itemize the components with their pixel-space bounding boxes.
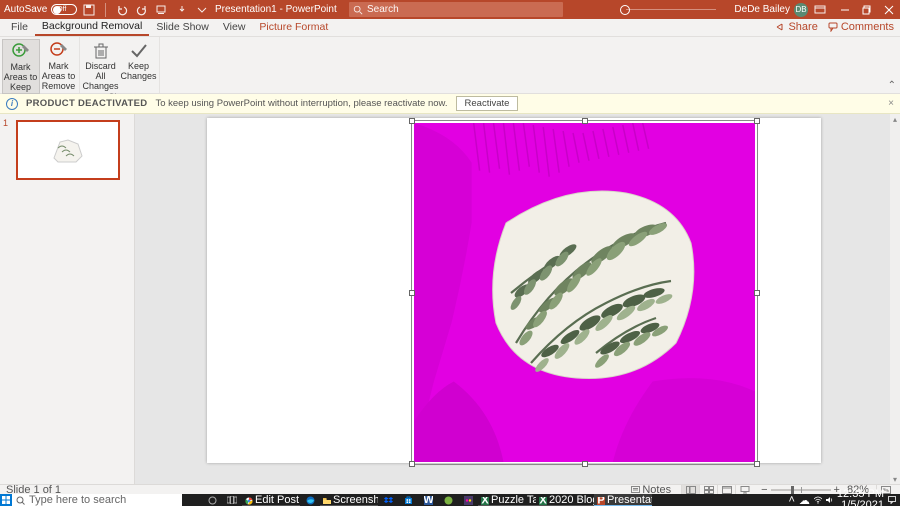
- close-icon[interactable]: ×: [888, 98, 894, 109]
- resize-handle[interactable]: [582, 461, 588, 467]
- trash-icon: [91, 41, 111, 61]
- svg-text:W: W: [424, 496, 433, 505]
- thumbnail-number: 1: [3, 118, 8, 128]
- task-view-icon[interactable]: [222, 494, 242, 506]
- background-removal-overlay: [414, 123, 755, 462]
- checkmark-icon: [129, 41, 149, 61]
- taskbar-app-store[interactable]: [398, 494, 418, 506]
- simplified-ribbon-slider[interactable]: [610, 6, 730, 14]
- tray-clock[interactable]: 12:35 PM 1/5/2021: [837, 489, 884, 511]
- taskbar-app-chrome[interactable]: Edit Post ‹…: [242, 494, 300, 506]
- qat-customize-icon[interactable]: [194, 2, 210, 18]
- slide-sorter-view-button[interactable]: [699, 485, 717, 495]
- scroll-down-icon[interactable]: ▾: [890, 474, 900, 484]
- undo-icon[interactable]: [114, 2, 130, 18]
- resize-handle[interactable]: [754, 461, 760, 467]
- comments-button[interactable]: Comments: [828, 21, 894, 33]
- document-title: Presentation1 - PowerPoint: [215, 4, 337, 15]
- normal-view-button[interactable]: [681, 485, 699, 495]
- search-icon: [353, 5, 363, 15]
- taskbar-app-edge[interactable]: [300, 494, 320, 506]
- tray-notifications-icon[interactable]: [888, 496, 896, 504]
- status-bar: Slide 1 of 1 Notes − + 82%: [0, 484, 900, 494]
- resize-handle[interactable]: [754, 290, 760, 296]
- search-placeholder: Search: [367, 4, 399, 15]
- ribbon-display-options-icon[interactable]: [812, 2, 828, 18]
- deactivated-title: PRODUCT DEACTIVATED: [26, 98, 147, 109]
- taskbar-app-powerpoint[interactable]: PPresentati…: [594, 494, 652, 506]
- pencil-minus-icon: [49, 41, 69, 61]
- mark-areas-to-keep-button[interactable]: Mark Areas to Keep: [2, 39, 40, 94]
- deactivated-message: To keep using PowerPoint without interru…: [155, 98, 447, 109]
- redo-icon[interactable]: [134, 2, 150, 18]
- tray-wifi-icon[interactable]: [814, 496, 822, 504]
- taskbar-app-dropbox[interactable]: [378, 494, 398, 506]
- slide-thumbnails-panel[interactable]: 1: [0, 114, 135, 484]
- collapse-ribbon-icon[interactable]: ⌃: [888, 80, 896, 91]
- touch-mouse-mode-icon[interactable]: [174, 2, 190, 18]
- pillow-foreground: [476, 173, 706, 393]
- resize-handle[interactable]: [409, 461, 415, 467]
- taskbar-app-word[interactable]: W: [418, 494, 438, 506]
- info-icon: i: [6, 98, 18, 110]
- tab-background-removal[interactable]: Background Removal: [35, 18, 149, 36]
- reading-view-button[interactable]: [717, 485, 735, 495]
- slide-1: [207, 118, 821, 463]
- ribbon-tabs: File Background Removal Slide Show View …: [0, 19, 900, 37]
- search-input[interactable]: Search: [349, 2, 563, 17]
- autosave-label: AutoSave: [4, 4, 47, 15]
- taskbar-search-input[interactable]: Type here to search: [12, 494, 182, 506]
- search-icon: [16, 496, 25, 505]
- svg-text:X: X: [539, 497, 547, 505]
- discard-all-changes-button[interactable]: Discard All Changes: [82, 39, 120, 92]
- close-button[interactable]: [878, 0, 900, 19]
- svg-text:P: P: [597, 497, 604, 505]
- work-area: 1: [0, 114, 900, 484]
- mark-areas-to-remove-button[interactable]: Mark Areas to Remove: [40, 39, 78, 94]
- share-button[interactable]: Share: [775, 21, 817, 33]
- scroll-up-icon[interactable]: ▴: [890, 114, 900, 124]
- taskbar-app-misc1[interactable]: [438, 494, 458, 506]
- svg-text:X: X: [481, 497, 489, 505]
- taskbar-app-misc2[interactable]: [458, 494, 478, 506]
- title-bar: AutoSave Off Presentation1 - PowerPoint …: [0, 0, 900, 19]
- minimize-button[interactable]: [834, 0, 856, 19]
- resize-handle[interactable]: [582, 118, 588, 124]
- restore-button[interactable]: [856, 0, 878, 19]
- account-name[interactable]: DeDe Bailey: [734, 4, 790, 15]
- ribbon: Mark Areas to Keep Mark Areas to Remove …: [0, 37, 900, 94]
- start-from-beginning-icon[interactable]: [154, 2, 170, 18]
- avatar[interactable]: DB: [794, 3, 808, 17]
- product-deactivated-bar: i PRODUCT DEACTIVATED To keep using Powe…: [0, 94, 900, 114]
- autosave-state: Off: [57, 6, 66, 13]
- slide-thumbnail-1[interactable]: [16, 120, 120, 180]
- notes-icon: [631, 486, 640, 494]
- taskbar-app-explorer[interactable]: Screenshots: [320, 494, 378, 506]
- windows-taskbar: Type here to search Edit Post ‹… Screens…: [0, 494, 900, 506]
- taskbar-app-excel-2[interactable]: X2020 Blog…: [536, 494, 594, 506]
- tab-view[interactable]: View: [216, 18, 253, 36]
- resize-handle[interactable]: [754, 118, 760, 124]
- taskbar-app-excel-1[interactable]: XPuzzle Tab…: [478, 494, 536, 506]
- pencil-plus-icon: [11, 42, 31, 62]
- tab-slide-show[interactable]: Slide Show: [149, 18, 216, 36]
- resize-handle[interactable]: [409, 118, 415, 124]
- slideshow-view-button[interactable]: [735, 485, 753, 495]
- slide-canvas[interactable]: ▴ ▾: [135, 114, 900, 484]
- cortana-icon[interactable]: [202, 494, 222, 506]
- reactivate-button[interactable]: Reactivate: [456, 96, 519, 111]
- tray-chevron-icon[interactable]: ˄: [788, 494, 794, 506]
- tray-onedrive-icon[interactable]: ☁: [799, 494, 810, 507]
- tab-file[interactable]: File: [4, 18, 35, 36]
- autosave-toggle[interactable]: Off: [51, 4, 77, 15]
- keep-changes-button[interactable]: Keep Changes: [120, 39, 158, 92]
- start-button[interactable]: [0, 494, 12, 506]
- save-icon[interactable]: [81, 2, 97, 18]
- tab-picture-format[interactable]: Picture Format: [252, 18, 335, 36]
- tray-volume-icon[interactable]: [826, 496, 833, 504]
- vertical-scrollbar[interactable]: ▴ ▾: [890, 114, 900, 484]
- picture-selection[interactable]: [411, 120, 758, 465]
- resize-handle[interactable]: [409, 290, 415, 296]
